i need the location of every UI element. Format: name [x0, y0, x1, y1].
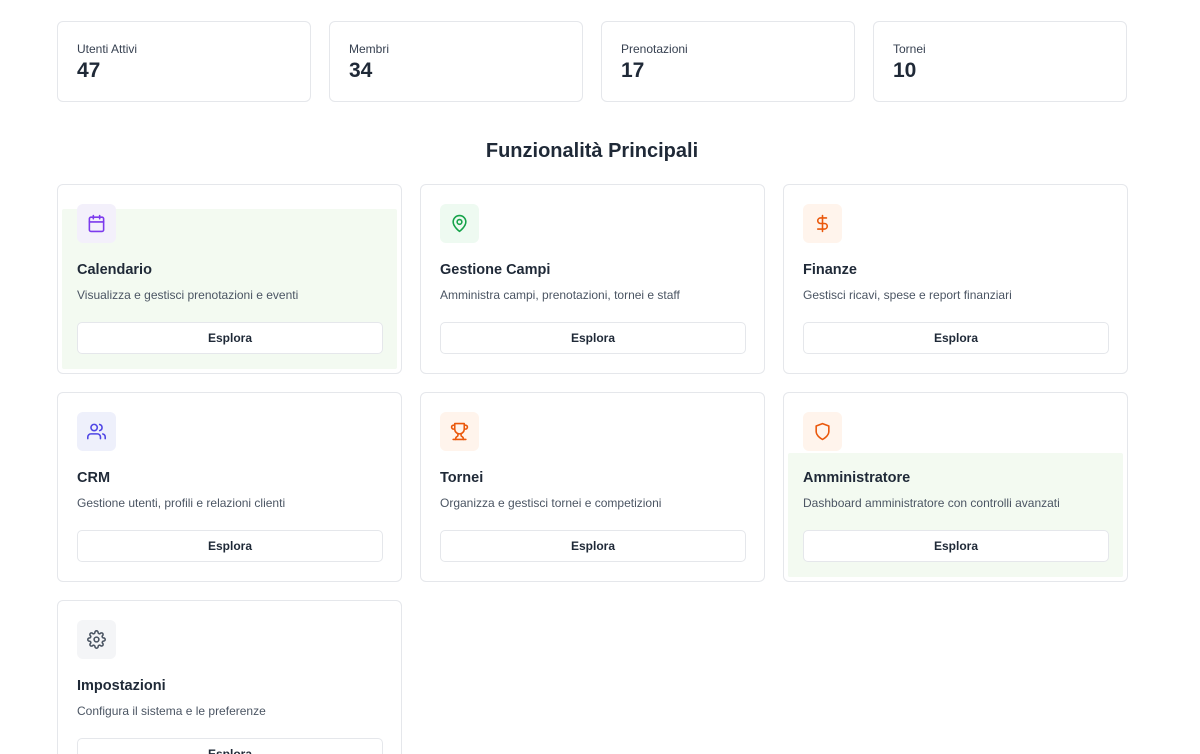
- feature-icon-box: [77, 412, 116, 451]
- feature-icon-box: [440, 204, 479, 243]
- feature-description: Organizza e gestisci tornei e competizio…: [440, 496, 662, 510]
- feature-card-crm[interactable]: CRM Gestione utenti, profili e relazioni…: [57, 392, 402, 582]
- feature-description: Amministra campi, prenotazioni, tornei e…: [440, 288, 680, 302]
- stat-value: 17: [621, 59, 645, 82]
- explore-button[interactable]: Esplora: [440, 530, 746, 562]
- stat-value: 47: [77, 59, 101, 82]
- stat-card-active-users: Utenti Attivi 47: [57, 21, 311, 102]
- feature-title: Amministratore: [803, 470, 911, 486]
- gear-icon: [87, 630, 106, 649]
- explore-button[interactable]: Esplora: [77, 738, 383, 754]
- explore-button[interactable]: Esplora: [803, 530, 1109, 562]
- dollar-icon: [816, 214, 828, 233]
- feature-description: Gestisci ricavi, spese e report finanzia…: [803, 288, 1012, 302]
- stat-card-bookings: Prenotazioni 17: [601, 21, 855, 102]
- feature-card-admin[interactable]: Amministratore Dashboard amministratore …: [783, 392, 1128, 582]
- feature-description: Gestione utenti, profili e relazioni cli…: [77, 496, 286, 510]
- stat-card-members: Membri 34: [329, 21, 583, 102]
- feature-icon-box: [803, 412, 842, 451]
- feature-title: Gestione Campi: [440, 262, 551, 278]
- explore-button[interactable]: Esplora: [803, 322, 1109, 354]
- dashboard-page: Utenti Attivi 47 Membri 34 Prenotazioni …: [0, 0, 1200, 754]
- section-title: Funzionalità Principali: [485, 140, 699, 162]
- feature-icon-box: [77, 204, 116, 243]
- stat-value: 34: [349, 59, 373, 82]
- feature-description: Visualizza e gestisci prenotazioni e eve…: [77, 288, 299, 302]
- explore-button[interactable]: Esplora: [77, 530, 383, 562]
- trophy-icon: [450, 422, 469, 441]
- feature-card-calendar[interactable]: Calendario Visualizza e gestisci prenota…: [57, 184, 402, 374]
- calendar-icon: [88, 214, 105, 233]
- feature-card-finance[interactable]: Finanze Gestisci ricavi, spese e report …: [783, 184, 1128, 374]
- feature-card-settings[interactable]: Impostazioni Configura il sistema e le p…: [57, 600, 402, 754]
- feature-title: Tornei: [440, 470, 484, 486]
- feature-title: Finanze: [803, 262, 857, 278]
- users-icon: [87, 423, 106, 440]
- stat-label: Prenotazioni: [621, 42, 688, 56]
- stat-label: Tornei: [893, 42, 926, 56]
- feature-title: CRM: [77, 470, 111, 486]
- feature-icon-box: [440, 412, 479, 451]
- stat-value: 10: [893, 59, 917, 82]
- feature-card-fields[interactable]: Gestione Campi Amministra campi, prenota…: [420, 184, 765, 374]
- stat-label: Utenti Attivi: [77, 42, 138, 56]
- feature-description: Dashboard amministratore con controlli a…: [803, 496, 1060, 510]
- stats-row: Utenti Attivi 47 Membri 34 Prenotazioni …: [57, 21, 1127, 102]
- shield-icon: [815, 422, 830, 441]
- feature-title: Impostazioni: [77, 678, 166, 694]
- stat-label: Membri: [349, 42, 390, 56]
- feature-title: Calendario: [77, 262, 152, 278]
- feature-card-tournaments[interactable]: Tornei Organizza e gestisci tornei e com…: [420, 392, 765, 582]
- stat-card-tournaments: Tornei 10: [873, 21, 1127, 102]
- feature-description: Configura il sistema e le preferenze: [77, 704, 266, 718]
- feature-icon-box: [803, 204, 842, 243]
- feature-icon-box: [77, 620, 116, 659]
- explore-button[interactable]: Esplora: [77, 322, 383, 354]
- map-pin-icon: [452, 214, 467, 233]
- explore-button[interactable]: Esplora: [440, 322, 746, 354]
